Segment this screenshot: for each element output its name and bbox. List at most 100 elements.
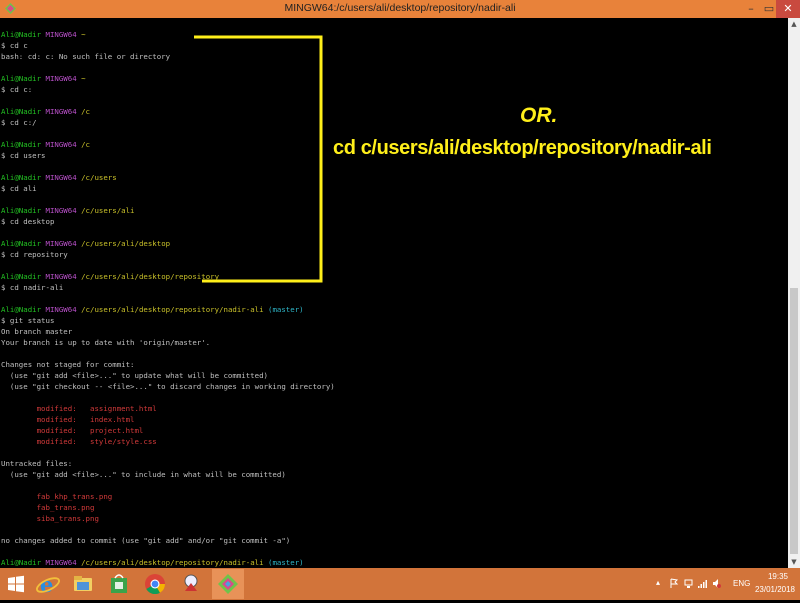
scroll-up-arrow-icon[interactable]: ▲ — [788, 18, 800, 30]
command-line: $ cd users — [1, 151, 46, 160]
windows-logo-icon — [8, 575, 24, 593]
untracked-file-line: siba_trans.png — [1, 514, 99, 523]
untracked-file-line: fab_khp_trans.png — [1, 492, 113, 501]
prompt-branch: (master) — [268, 305, 304, 314]
prompt-host: MINGW64 — [45, 74, 77, 83]
output-line: no changes added to commit (use "git add… — [1, 536, 291, 545]
prompt-user: Ali@Nadir — [1, 173, 42, 182]
prompt-path: /c/users/ali/desktop — [81, 239, 171, 248]
prompt-line: Ali@Nadir MINGW64 /c — [1, 139, 90, 150]
output-line: Changes not staged for commit: — [1, 360, 135, 369]
modified-file-line: modified: index.html — [1, 415, 135, 424]
app-icon — [184, 574, 198, 591]
tray-overflow-chevron-icon[interactable]: ▴ — [656, 578, 660, 587]
prompt-user: Ali@Nadir — [1, 272, 42, 281]
modified-file-line: modified: assignment.html — [1, 404, 157, 413]
output-line: Your branch is up to date with 'origin/m… — [1, 338, 211, 347]
scroll-down-arrow-icon[interactable]: ▼ — [788, 556, 800, 568]
signal-strength-icon[interactable] — [698, 578, 707, 589]
start-button[interactable] — [0, 569, 32, 599]
prompt-host: MINGW64 — [45, 30, 77, 39]
command-line: $ cd repository — [1, 250, 68, 259]
svg-text:e: e — [40, 572, 53, 597]
flag-icon[interactable] — [670, 578, 679, 589]
prompt-path: /c — [81, 140, 91, 149]
annotation-command-text: cd c/users/ali/desktop/repository/nadir-… — [333, 137, 712, 159]
git-bash-icon — [218, 574, 238, 594]
command-line: $ cd ali — [1, 184, 37, 193]
output-line: On branch master — [1, 327, 73, 336]
close-button[interactable]: ✕ — [776, 0, 800, 18]
taskbar-internet-explorer[interactable]: e — [32, 569, 64, 599]
prompt-path: /c/users/ali/desktop/repository/nadir-al… — [81, 558, 264, 567]
prompt-path: /c/users/ali — [81, 206, 135, 215]
volume-muted-icon[interactable] — [712, 578, 721, 589]
clock-date[interactable]: 23/01/2018 — [752, 585, 798, 594]
prompt-user: Ali@Nadir — [1, 239, 42, 248]
prompt-line: Ali@Nadir MINGW64 /c — [1, 106, 90, 117]
output-line: bash: cd: c: No such file or directory — [1, 52, 171, 61]
prompt-line: Ali@Nadir MINGW64 ~ — [1, 29, 86, 40]
prompt-line: Ali@Nadir MINGW64 ~ — [1, 73, 86, 84]
prompt-user: Ali@Nadir — [1, 206, 42, 215]
prompt-host: MINGW64 — [45, 239, 77, 248]
prompt-path: /c/users/ali/desktop/repository — [81, 272, 220, 281]
prompt-host: MINGW64 — [45, 558, 77, 567]
chrome-icon — [145, 574, 166, 595]
taskbar-store[interactable] — [103, 569, 135, 599]
command-line: $ cd c: — [1, 85, 33, 94]
network-icon[interactable] — [684, 578, 693, 589]
prompt-user: Ali@Nadir — [1, 74, 42, 83]
prompt-user: Ali@Nadir — [1, 558, 42, 567]
output-line: Untracked files: — [1, 459, 73, 468]
prompt-path: ~ — [81, 74, 86, 83]
command-line: $ git status — [1, 316, 55, 325]
prompt-path: /c/users — [81, 173, 117, 182]
scroll-thumb[interactable] — [790, 288, 798, 554]
prompt-line: Ali@Nadir MINGW64 /c/users — [1, 172, 117, 183]
output-line: (use "git add <file>..." to include in w… — [1, 470, 286, 479]
command-line: $ cd c:/ — [1, 118, 37, 127]
modified-file-line: modified: style/style.css — [1, 437, 157, 446]
terminal-output[interactable]: Ali@Nadir MINGW64 ~ $ cd c bash: cd: c: … — [0, 18, 788, 568]
prompt-user: Ali@Nadir — [1, 305, 42, 314]
prompt-path: ~ — [81, 30, 86, 39]
taskbar-file-explorer[interactable] — [67, 569, 99, 599]
prompt-line: Ali@Nadir MINGW64 /c/users/ali — [1, 205, 135, 216]
taskbar-app[interactable] — [175, 569, 207, 599]
prompt-line: Ali@Nadir MINGW64 /c/users/ali/desktop/r… — [1, 304, 304, 315]
vertical-scrollbar[interactable]: ▲ ▼ — [788, 18, 800, 568]
taskbar-chrome[interactable] — [139, 569, 171, 599]
prompt-line: Ali@Nadir MINGW64 /c/users/ali/desktop/r… — [1, 557, 304, 568]
annotation-or-text: OR. — [520, 104, 558, 127]
prompt-host: MINGW64 — [45, 107, 77, 116]
store-bag-icon — [111, 574, 127, 593]
prompt-host: MINGW64 — [45, 272, 77, 281]
output-line: (use "git checkout -- <file>..." to disc… — [1, 382, 335, 391]
prompt-path: /c/users/ali/desktop/repository/nadir-al… — [81, 305, 264, 314]
prompt-line: Ali@Nadir MINGW64 /c/users/ali/desktop/r… — [1, 271, 219, 282]
minimize-button[interactable]: – — [742, 0, 760, 18]
prompt-path: /c — [81, 107, 91, 116]
command-line: $ cd desktop — [1, 217, 55, 226]
output-line: (use "git add <file>..." to update what … — [1, 371, 268, 380]
internet-explorer-icon: e — [36, 572, 60, 597]
folder-icon — [74, 576, 92, 591]
prompt-host: MINGW64 — [45, 140, 77, 149]
language-indicator[interactable]: ENG — [733, 579, 750, 588]
untracked-file-line: fab_trans.png — [1, 503, 95, 512]
window-title: MINGW64:/c/users/ali/desktop/repository/… — [284, 2, 516, 14]
prompt-host: MINGW64 — [45, 173, 77, 182]
taskbar-git-bash[interactable] — [212, 569, 244, 599]
title-bar: MINGW64:/c/users/ali/desktop/repository/… — [0, 0, 800, 18]
command-line: $ cd nadir-ali — [1, 283, 64, 292]
prompt-user: Ali@Nadir — [1, 140, 42, 149]
prompt-user: Ali@Nadir — [1, 107, 42, 116]
prompt-user: Ali@Nadir — [1, 30, 42, 39]
prompt-host: MINGW64 — [45, 305, 77, 314]
taskbar: e ▴ ENG 19:35 23/01/2018 — [0, 568, 800, 600]
prompt-host: MINGW64 — [45, 206, 77, 215]
prompt-line: Ali@Nadir MINGW64 /c/users/ali/desktop — [1, 238, 170, 249]
modified-file-line: modified: project.html — [1, 426, 144, 435]
clock-time[interactable]: 19:35 — [758, 572, 798, 581]
